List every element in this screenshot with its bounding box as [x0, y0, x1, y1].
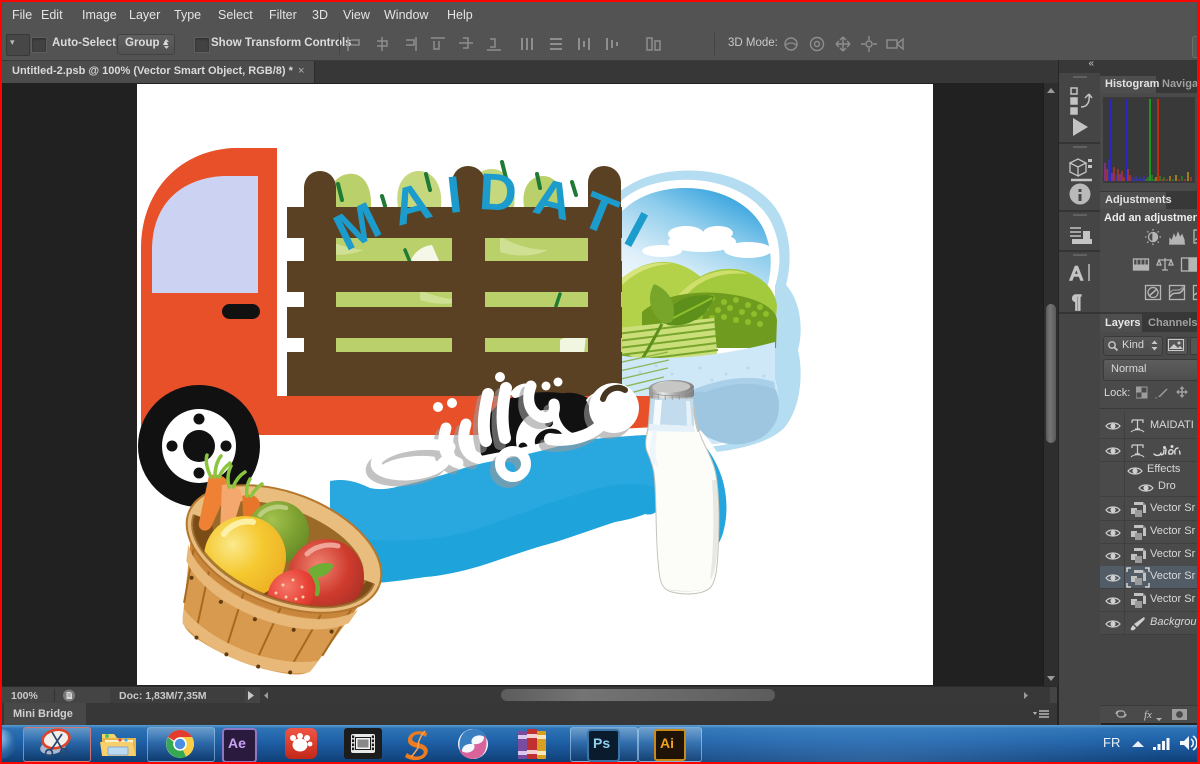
svg-text:fx: fx: [1144, 709, 1152, 721]
svg-text:A: A: [1070, 264, 1083, 285]
svg-text:¶: ¶: [1072, 292, 1082, 312]
